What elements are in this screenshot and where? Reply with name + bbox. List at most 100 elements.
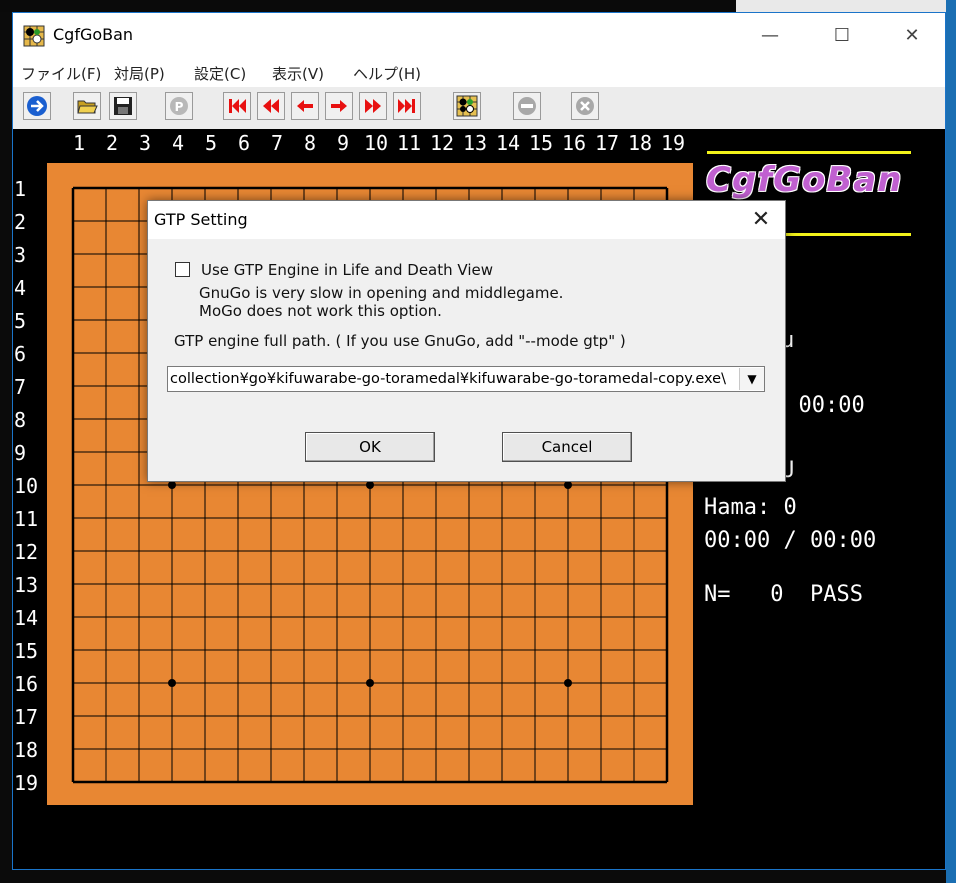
pass-p-icon: P xyxy=(170,97,188,115)
column-label: 4 xyxy=(172,131,185,155)
row-label: 16 xyxy=(14,672,39,696)
engine-path-label: GTP engine full path. ( If you use GnuGo… xyxy=(174,332,626,350)
minus-circle-icon xyxy=(518,97,536,115)
row-label: 9 xyxy=(14,441,27,465)
stop-button[interactable] xyxy=(571,92,599,120)
resign-button[interactable] xyxy=(513,92,541,120)
board-grid-icon xyxy=(456,95,478,117)
close-button[interactable]: ✕ xyxy=(889,21,935,51)
window-title: CgfGoBan xyxy=(53,25,134,44)
column-label: 10 xyxy=(364,131,389,155)
menu-game[interactable]: 対局(P) xyxy=(114,63,165,84)
arrow-left-icon xyxy=(297,100,313,112)
menu-help[interactable]: ヘルプ(H) xyxy=(353,63,421,84)
column-label: 15 xyxy=(529,131,554,155)
floppy-disk-icon xyxy=(114,97,132,115)
column-label: 3 xyxy=(139,131,152,155)
star-point xyxy=(168,481,176,489)
row-label: 3 xyxy=(14,243,27,267)
row-label: 19 xyxy=(14,771,39,795)
star-point xyxy=(168,679,176,687)
column-label: 8 xyxy=(304,131,317,155)
white-time: 00:00 / 00:00 xyxy=(704,528,877,553)
column-label: 1 xyxy=(73,131,86,155)
title-bar[interactable]: CgfGoBan — ☐ ✕ xyxy=(13,13,945,57)
open-file-button[interactable] xyxy=(73,92,101,120)
mogo-note: MoGo does not work this option. xyxy=(199,302,442,320)
row-label: 1 xyxy=(14,177,27,201)
fast-back-button[interactable] xyxy=(257,92,285,120)
column-label: 19 xyxy=(661,131,686,155)
new-game-button[interactable] xyxy=(23,92,51,120)
chevron-down-icon[interactable]: ▼ xyxy=(739,368,764,390)
ok-button[interactable]: OK xyxy=(305,432,435,462)
save-file-button[interactable] xyxy=(109,92,137,120)
open-folder-icon xyxy=(77,100,98,114)
row-label: 15 xyxy=(14,639,39,663)
column-label: 7 xyxy=(271,131,284,155)
row-label: 18 xyxy=(14,738,39,762)
row-label: 7 xyxy=(14,375,27,399)
dialog-title-bar[interactable]: GTP Setting ✕ xyxy=(148,201,785,239)
menu-bar: ファイル(F) 対局(P) 設定(C) 表示(V) ヘルプ(H) xyxy=(13,57,945,87)
x-circle-icon xyxy=(576,97,594,115)
column-label: 2 xyxy=(106,131,119,155)
dialog-title: GTP Setting xyxy=(154,210,248,229)
background-window-edge xyxy=(736,0,946,12)
cancel-button[interactable]: Cancel xyxy=(502,432,632,462)
column-label: 18 xyxy=(628,131,653,155)
column-label: 5 xyxy=(205,131,218,155)
use-gtp-engine-checkbox[interactable] xyxy=(175,262,190,277)
row-label: 5 xyxy=(14,309,27,333)
app-go-board-icon xyxy=(23,25,45,47)
star-point xyxy=(366,679,374,687)
engine-path-combo[interactable]: ▼ xyxy=(167,366,765,392)
row-label: 14 xyxy=(14,606,39,630)
menu-settings[interactable]: 設定(C) xyxy=(194,63,246,84)
maximize-button[interactable]: ☐ xyxy=(819,21,865,51)
column-label: 16 xyxy=(562,131,587,155)
board-view-button[interactable] xyxy=(453,92,481,120)
svg-text:P: P xyxy=(175,100,184,114)
row-label: 6 xyxy=(14,342,27,366)
menu-file[interactable]: ファイル(F) xyxy=(21,63,101,84)
go-to-start-button[interactable] xyxy=(223,92,251,120)
skip-to-end-icon xyxy=(398,99,415,113)
step-back-button[interactable] xyxy=(291,92,319,120)
column-label: 12 xyxy=(430,131,455,155)
toolbar: P xyxy=(13,87,945,130)
star-point xyxy=(564,481,572,489)
column-label: 6 xyxy=(238,131,251,155)
row-label: 10 xyxy=(14,474,39,498)
arrow-right-circle-icon xyxy=(27,96,47,116)
row-label: 4 xyxy=(14,276,27,300)
gnugo-note: GnuGo is very slow in opening and middle… xyxy=(199,284,564,302)
step-forward-button[interactable] xyxy=(325,92,353,120)
pass-button[interactable]: P xyxy=(165,92,193,120)
move-count: N= 0 PASS xyxy=(704,582,863,607)
row-label: 13 xyxy=(14,573,39,597)
row-label: 11 xyxy=(14,507,39,531)
column-label: 13 xyxy=(463,131,488,155)
column-label: 14 xyxy=(496,131,521,155)
panel-top-line xyxy=(707,151,911,154)
menu-view[interactable]: 表示(V) xyxy=(272,63,324,84)
fast-forward-icon xyxy=(365,99,381,113)
skip-to-start-icon xyxy=(229,99,246,113)
column-label: 17 xyxy=(595,131,620,155)
fast-forward-button[interactable] xyxy=(359,92,387,120)
minimize-button[interactable]: — xyxy=(747,21,793,51)
hama-count: Hama: 0 xyxy=(704,495,797,520)
column-label: 9 xyxy=(337,131,350,155)
brand-logo: CgfGoBan xyxy=(706,160,903,200)
arrow-right-icon xyxy=(331,100,347,112)
engine-path-input[interactable] xyxy=(170,369,736,389)
go-to-end-button[interactable] xyxy=(393,92,421,120)
use-gtp-engine-label[interactable]: Use GTP Engine in Life and Death View xyxy=(201,261,493,279)
desktop-right-edge xyxy=(946,0,956,883)
dialog-close-button[interactable]: ✕ xyxy=(746,205,776,235)
row-label: 8 xyxy=(14,408,27,432)
fast-rewind-icon xyxy=(263,99,279,113)
row-label: 2 xyxy=(14,210,27,234)
gtp-setting-dialog: GTP Setting ✕ Use GTP Engine in Life and… xyxy=(147,200,786,482)
